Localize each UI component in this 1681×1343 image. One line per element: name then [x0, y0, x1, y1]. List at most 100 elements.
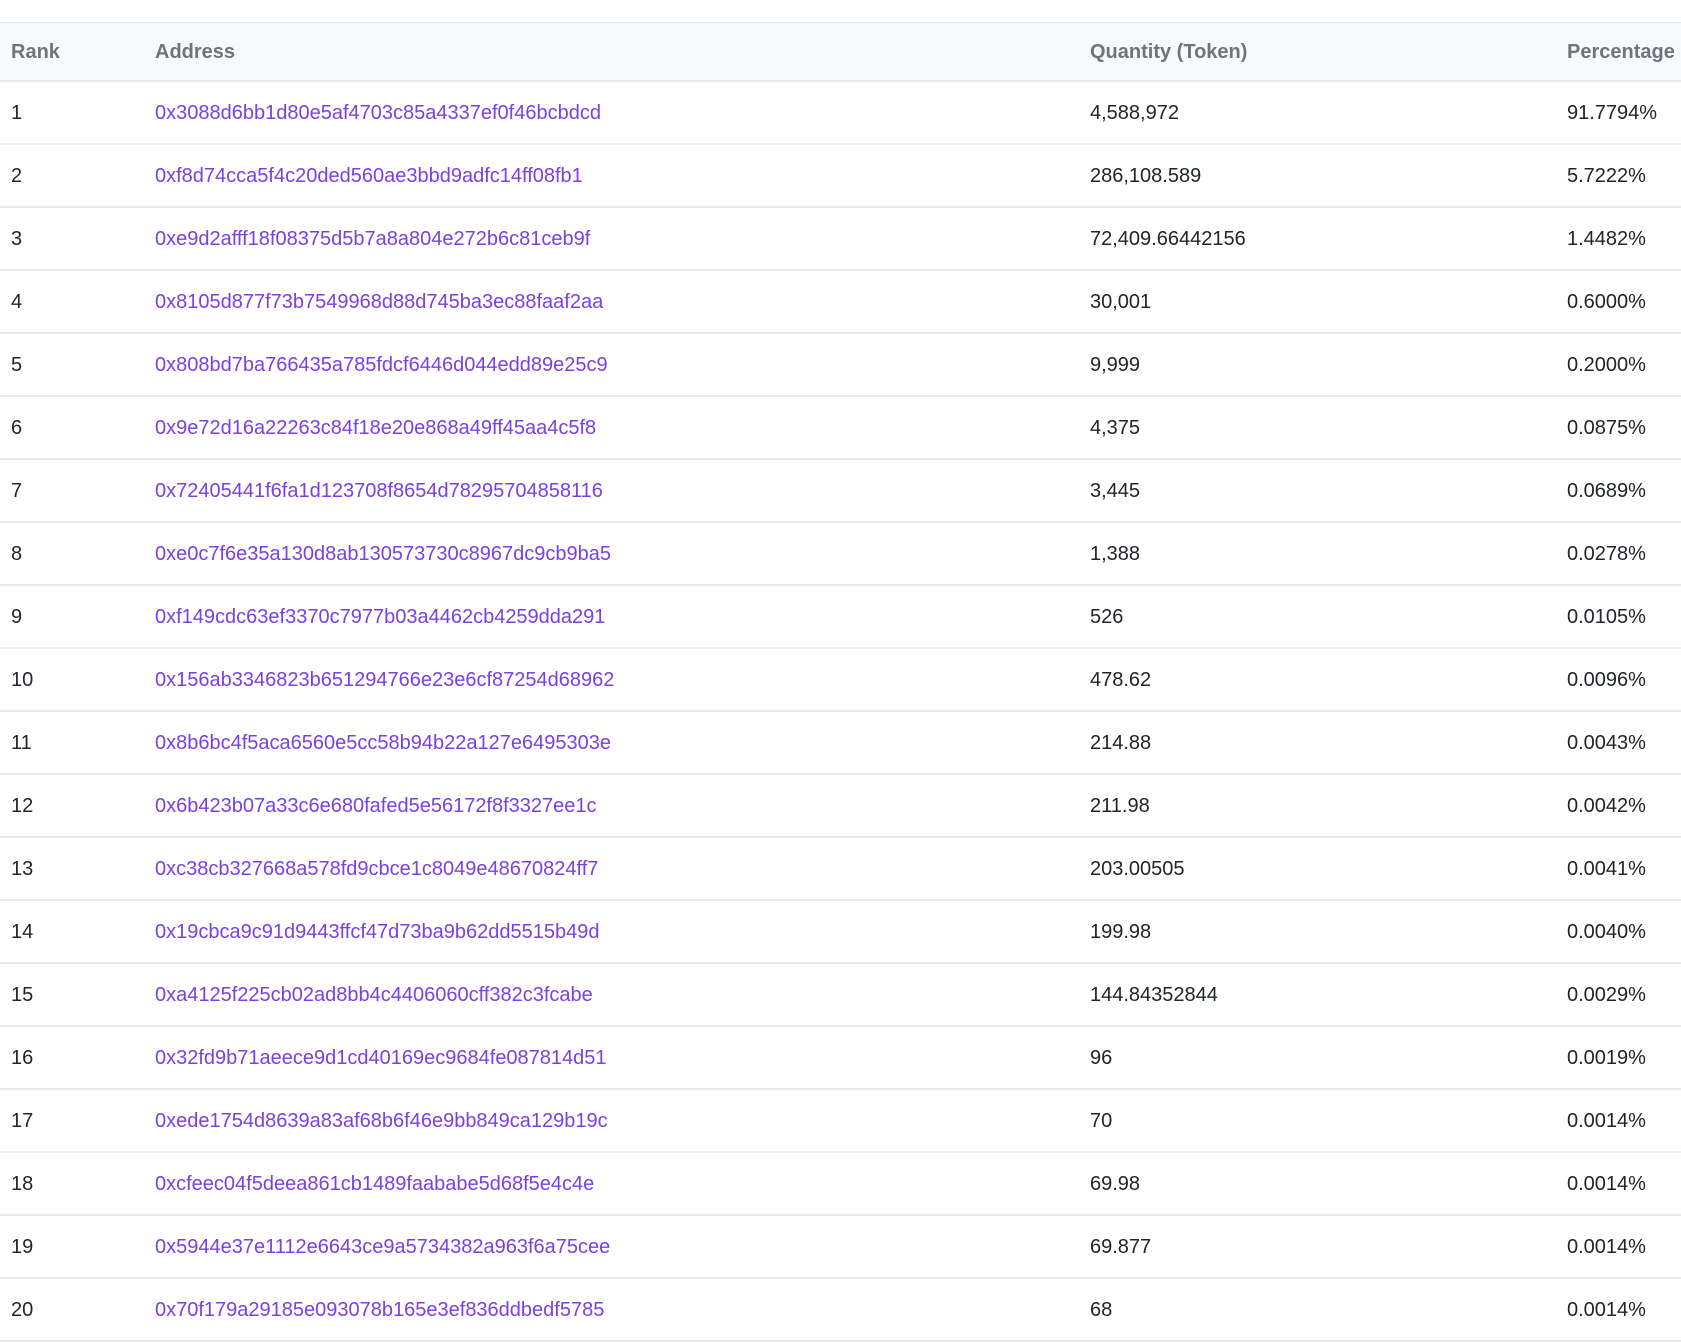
percentage-cell: 1.4482%: [1567, 228, 1646, 250]
rank-cell: 8: [11, 543, 23, 565]
table-row: 17 0xede1754d8639a83af68b6f46e9bb849ca129…: [0, 1090, 1681, 1153]
holder-address-link[interactable]: 0x19cbca9c91d9443ffcf47d73ba9b62dd5515b4…: [155, 921, 600, 943]
table-row: 18 0xcfeec04f5deea861cb1489faababe5d68f5e…: [0, 1153, 1681, 1216]
rank-cell: 6: [11, 417, 23, 439]
rank-cell: 16: [11, 1047, 34, 1069]
holder-address-link[interactable]: 0x156ab3346823b651294766e23e6cf87254d689…: [155, 669, 614, 691]
table-header: Rank Address Quantity (Token) Percentage: [0, 22, 1681, 82]
quantity-cell: 203.00505: [1090, 858, 1185, 880]
table-row: 8 0xe0c7f6e35a130d8ab130573730c8967dc9cb9…: [0, 523, 1681, 586]
address-cell: 0x808bd7ba766435a785fdcf6446d044edd89e25…: [155, 334, 608, 395]
quantity-cell: 72,409.66442156: [1090, 228, 1246, 250]
rank-cell: 5: [11, 354, 23, 376]
rank-cell: 20: [11, 1299, 34, 1321]
table-row: 2 0xf8d74cca5f4c20ded560ae3bbd9adfc14ff08…: [0, 145, 1681, 208]
rank-cell: 11: [11, 732, 32, 754]
address-cell: 0xf8d74cca5f4c20ded560ae3bbd9adfc14ff08f…: [155, 145, 583, 206]
table-row: 3 0xe9d2afff18f08375d5b7a8a804e272b6c81ce…: [0, 208, 1681, 271]
table-row: 7 0x72405441f6fa1d123708f8654d78295704858…: [0, 460, 1681, 523]
holder-address-link[interactable]: 0x3088d6bb1d80e5af4703c85a4337ef0f46bcbd…: [155, 102, 601, 124]
percentage-cell: 0.0042%: [1567, 795, 1646, 817]
address-cell: 0x19cbca9c91d9443ffcf47d73ba9b62dd5515b4…: [155, 901, 600, 962]
percentage-cell: 0.0689%: [1567, 480, 1646, 502]
address-cell: 0x8105d877f73b7549968d88d745ba3ec88faaf2…: [155, 271, 603, 332]
address-cell: 0xe9d2afff18f08375d5b7a8a804e272b6c81ceb…: [155, 208, 590, 269]
table-body: 1 0x3088d6bb1d80e5af4703c85a4337ef0f46bcb…: [0, 82, 1681, 1342]
percentage-cell: 0.0014%: [1567, 1236, 1646, 1258]
percentage-cell: 0.0029%: [1567, 984, 1646, 1006]
holder-address-link[interactable]: 0x8105d877f73b7549968d88d745ba3ec88faaf2…: [155, 291, 603, 313]
rank-cell: 10: [11, 669, 34, 691]
address-cell: 0x9e72d16a22263c84f18e20e868a49ff45aa4c5…: [155, 397, 596, 458]
percentage-cell: 0.0875%: [1567, 417, 1646, 439]
table-row: 10 0x156ab3346823b651294766e23e6cf87254d6…: [0, 649, 1681, 712]
address-cell: 0xe0c7f6e35a130d8ab130573730c8967dc9cb9b…: [155, 523, 611, 584]
holder-address-link[interactable]: 0x9e72d16a22263c84f18e20e868a49ff45aa4c5…: [155, 417, 596, 439]
quantity-cell: 9,999: [1090, 354, 1141, 376]
rank-cell: 19: [11, 1236, 34, 1258]
quantity-cell: 214.88: [1090, 732, 1152, 754]
holder-address-link[interactable]: 0xede1754d8639a83af68b6f46e9bb849ca129b1…: [155, 1110, 608, 1132]
percentage-cell: 0.0041%: [1567, 858, 1646, 880]
holder-address-link[interactable]: 0x808bd7ba766435a785fdcf6446d044edd89e25…: [155, 354, 608, 376]
quantity-cell: 3,445: [1090, 480, 1141, 502]
holder-address-link[interactable]: 0x6b423b07a33c6e680fafed5e56172f8f3327ee…: [155, 795, 597, 817]
percentage-cell: 0.0278%: [1567, 543, 1646, 565]
table-row: 9 0xf149cdc63ef3370c7977b03a4462cb4259dda…: [0, 586, 1681, 649]
quantity-cell: 144.84352844: [1090, 984, 1218, 1006]
header-rank: Rank: [11, 41, 60, 63]
table-row: 13 0xc38cb327668a578fd9cbce1c8049e4867082…: [0, 838, 1681, 901]
quantity-cell: 1,388: [1090, 543, 1141, 565]
address-cell: 0x70f179a29185e093078b165e3ef836ddbedf57…: [155, 1279, 604, 1340]
holder-address-link[interactable]: 0xe9d2afff18f08375d5b7a8a804e272b6c81ceb…: [155, 228, 590, 250]
quantity-cell: 4,375: [1090, 417, 1141, 439]
percentage-cell: 0.0014%: [1567, 1299, 1646, 1321]
rank-cell: 1: [11, 102, 23, 124]
table-row: 19 0x5944e37e1112e6643ce9a5734382a963f6a7…: [0, 1216, 1681, 1279]
percentage-cell: 0.2000%: [1567, 354, 1646, 376]
header-quantity: Quantity (Token): [1090, 41, 1248, 63]
address-cell: 0x32fd9b71aeece9d1cd40169ec9684fe087814d…: [155, 1027, 607, 1088]
holder-address-link[interactable]: 0x32fd9b71aeece9d1cd40169ec9684fe087814d…: [155, 1047, 607, 1069]
header-percentage: Percentage: [1567, 41, 1675, 63]
address-cell: 0x3088d6bb1d80e5af4703c85a4337ef0f46bcbd…: [155, 82, 601, 143]
rank-cell: 15: [11, 984, 34, 1006]
holder-address-link[interactable]: 0x5944e37e1112e6643ce9a5734382a963f6a75c…: [155, 1236, 610, 1258]
holder-address-link[interactable]: 0xf8d74cca5f4c20ded560ae3bbd9adfc14ff08f…: [155, 165, 583, 187]
address-cell: 0xf149cdc63ef3370c7977b03a4462cb4259dda2…: [155, 586, 605, 647]
rank-cell: 17: [11, 1110, 34, 1132]
address-cell: 0x5944e37e1112e6643ce9a5734382a963f6a75c…: [155, 1216, 610, 1277]
address-cell: 0xede1754d8639a83af68b6f46e9bb849ca129b1…: [155, 1090, 608, 1151]
address-cell: 0x72405441f6fa1d123708f8654d782957048581…: [155, 460, 603, 521]
header-address: Address: [155, 41, 236, 63]
holder-address-link[interactable]: 0x72405441f6fa1d123708f8654d782957048581…: [155, 480, 603, 502]
percentage-cell: 0.0014%: [1567, 1110, 1646, 1132]
percentage-cell: 0.0043%: [1567, 732, 1646, 754]
rank-cell: 9: [11, 606, 23, 628]
quantity-cell: 286,108.589: [1090, 165, 1202, 187]
table-row: 5 0x808bd7ba766435a785fdcf6446d044edd89e2…: [0, 334, 1681, 397]
holder-address-link[interactable]: 0xc38cb327668a578fd9cbce1c8049e48670824f…: [155, 858, 598, 880]
holder-address-link[interactable]: 0x8b6bc4f5aca6560e5cc58b94b22a127e649530…: [155, 732, 611, 754]
rank-cell: 3: [11, 228, 23, 250]
address-cell: 0x6b423b07a33c6e680fafed5e56172f8f3327ee…: [155, 775, 597, 836]
percentage-cell: 0.0014%: [1567, 1173, 1646, 1195]
percentage-cell: 0.0040%: [1567, 921, 1646, 943]
holder-address-link[interactable]: 0xe0c7f6e35a130d8ab130573730c8967dc9cb9b…: [155, 543, 611, 565]
address-cell: 0x8b6bc4f5aca6560e5cc58b94b22a127e649530…: [155, 712, 611, 773]
address-cell: 0x156ab3346823b651294766e23e6cf87254d689…: [155, 649, 614, 710]
holder-address-link[interactable]: 0x70f179a29185e093078b165e3ef836ddbedf57…: [155, 1299, 604, 1321]
rank-cell: 12: [11, 795, 34, 817]
rank-cell: 2: [11, 165, 23, 187]
rank-cell: 7: [11, 480, 23, 502]
holder-address-link[interactable]: 0xcfeec04f5deea861cb1489faababe5d68f5e4c…: [155, 1173, 594, 1195]
rank-cell: 14: [11, 921, 34, 943]
rank-cell: 4: [11, 291, 23, 313]
holder-address-link[interactable]: 0xf149cdc63ef3370c7977b03a4462cb4259dda2…: [155, 606, 605, 628]
address-cell: 0xcfeec04f5deea861cb1489faababe5d68f5e4c…: [155, 1153, 594, 1214]
holder-address-link[interactable]: 0xa4125f225cb02ad8bb4c4406060cff382c3fca…: [155, 984, 593, 1006]
percentage-cell: 0.0019%: [1567, 1047, 1646, 1069]
quantity-cell: 30,001: [1090, 291, 1152, 313]
percentage-cell: 5.7222%: [1567, 165, 1646, 187]
quantity-cell: 69.98: [1090, 1173, 1141, 1195]
